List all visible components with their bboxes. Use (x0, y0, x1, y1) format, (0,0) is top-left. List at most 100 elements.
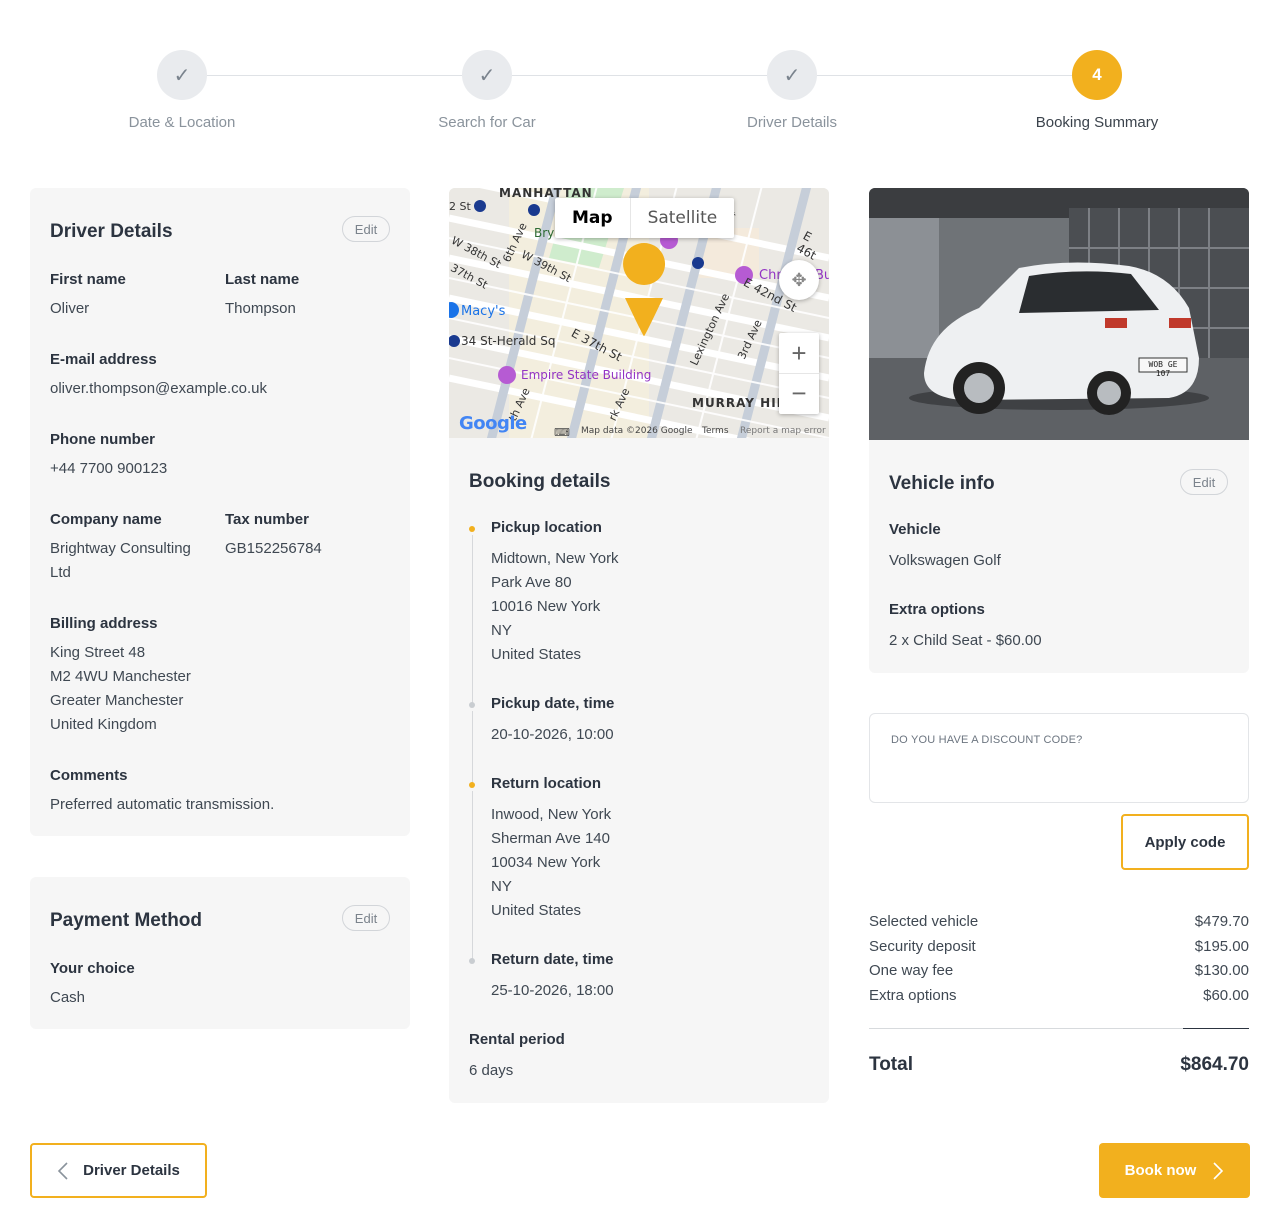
return-location-line: United States (491, 902, 582, 919)
timeline-dot (469, 958, 475, 964)
timeline-line (472, 535, 473, 705)
step-label: Driver Details (746, 114, 837, 131)
pickup-location-label: Pickup location (491, 519, 602, 536)
return-location-label: Return location (491, 775, 602, 792)
return-location-line: Inwood, New York (491, 806, 612, 823)
timeline-dot (469, 782, 475, 788)
map-pan-icon[interactable]: ✥ (779, 260, 819, 300)
check-icon: ✓ (157, 50, 207, 100)
step-search-car[interactable]: ✓ Search for Car (387, 50, 587, 131)
divider (1183, 1028, 1249, 1029)
map-report-link[interactable]: Report a map error (740, 426, 826, 436)
edit-driver-button[interactable]: Edit (342, 216, 390, 242)
map-label: 2 St (449, 200, 471, 213)
pickup-location-line: Midtown, New York (491, 550, 619, 567)
zoom-in-button[interactable]: + (779, 333, 819, 373)
tax-label: Tax number (225, 511, 309, 528)
timeline-line (472, 791, 473, 961)
comments-label: Comments (50, 767, 128, 784)
step-label: Booking Summary (1035, 114, 1159, 131)
email-label: E-mail address (50, 351, 157, 368)
apply-code-button[interactable]: Apply code (1121, 814, 1249, 870)
price-row: One way fee $130.00 (869, 962, 1249, 979)
keyboard-icon[interactable]: ⌨ (554, 426, 570, 438)
edit-vehicle-button[interactable]: Edit (1180, 469, 1228, 495)
book-button-label: Book now (1124, 1162, 1197, 1179)
back-to-driver-details-button[interactable]: Driver Details (30, 1143, 207, 1198)
pickup-location-line: NY (491, 622, 512, 639)
pickup-location-line: Park Ave 80 (491, 574, 572, 591)
rental-period-label: Rental period (469, 1031, 565, 1048)
total-row: Total $864.70 (869, 1054, 1249, 1076)
timeline-dot (469, 702, 475, 708)
return-location-line: 10034 New York (491, 854, 601, 871)
step-date-location[interactable]: ✓ Date & Location (82, 50, 282, 131)
payment-method-card: Payment Method Edit Your choice Cash (30, 877, 410, 1029)
booking-details-title: Booking details (469, 471, 611, 492)
map-footer: ⌨ Map data ©2026 Google Terms Report a m… (449, 424, 829, 438)
total-label: Total (869, 1054, 913, 1075)
payment-choice-label: Your choice (50, 960, 135, 977)
check-icon: ✓ (462, 50, 512, 100)
price-label: Selected vehicle (869, 913, 979, 930)
price-row: Security deposit $195.00 (869, 938, 1249, 955)
pickup-date-value: 20-10-2026, 10:00 (491, 726, 614, 743)
pickup-location-line: United States (491, 646, 582, 663)
driver-details-card: Driver Details Edit First name Oliver La… (30, 188, 410, 836)
discount-code-input[interactable]: DO YOU HAVE A DISCOUNT CODE? (869, 713, 1249, 803)
billing-line: King Street 48 (50, 644, 146, 661)
vehicle-value: Volkswagen Golf (889, 552, 1001, 569)
map-label: Bry (534, 226, 555, 240)
zoom-out-button[interactable]: − (779, 373, 819, 413)
company-value: Brightway Consulting (50, 540, 191, 557)
map-type-toggle: Map Satellite (555, 198, 735, 238)
back-button-label: Driver Details (83, 1162, 180, 1179)
email-value: oliver.thompson@example.co.uk (50, 380, 268, 397)
divider (869, 1028, 1183, 1029)
timeline-dot (469, 526, 475, 532)
map-zoom-control: + − (779, 333, 819, 414)
payment-choice-value: Cash (50, 989, 86, 1006)
price-row: Selected vehicle $479.70 (869, 913, 1249, 930)
map-terms-link[interactable]: Terms (702, 426, 729, 436)
timeline-line (472, 711, 473, 785)
return-date-value: 25-10-2026, 18:00 (491, 982, 614, 999)
step-driver-details[interactable]: ✓ Driver Details (692, 50, 892, 131)
step-booking-summary: 4 Booking Summary (997, 50, 1197, 131)
car-image (869, 188, 1249, 440)
company-label: Company name (50, 511, 162, 528)
billing-line: United Kingdom (50, 716, 157, 733)
pickup-date-label: Pickup date, time (491, 695, 615, 712)
satellite-tab[interactable]: Satellite (631, 198, 735, 238)
step-label: Date & Location (128, 114, 236, 131)
step-number: 4 (1072, 50, 1122, 100)
pickup-location-line: 10016 New York (491, 598, 601, 615)
price-label: One way fee (869, 962, 954, 979)
return-date-label: Return date, time (491, 951, 614, 968)
last-name-value: Thompson (225, 300, 296, 317)
price-value: $60.00 (1203, 987, 1249, 1004)
map-attribution: Map data ©2026 Google (581, 426, 693, 436)
map-label: 34 St-Herald Sq (461, 334, 556, 348)
edit-payment-button[interactable]: Edit (342, 905, 390, 931)
last-name-label: Last name (225, 271, 300, 288)
price-value: $130.00 (1194, 962, 1249, 979)
map-view[interactable]: MANHATTAN 2 St Bry W 38th St W 39th St 6… (449, 188, 829, 438)
comments-value: Preferred automatic transmission. (50, 796, 275, 813)
check-icon: ✓ (767, 50, 817, 100)
chevron-left-icon (58, 1161, 68, 1180)
return-location-line: Sherman Ave 140 (491, 830, 610, 847)
card-title: Payment Method (50, 910, 203, 931)
tax-value: GB152256784 (225, 540, 322, 557)
vehicle-info-title: Vehicle info (889, 473, 995, 494)
step-label: Search for Car (438, 114, 536, 131)
price-value: $479.70 (1194, 913, 1249, 930)
company-value-line2: Ltd (50, 564, 71, 581)
card-title: Driver Details (50, 221, 173, 242)
map-tab[interactable]: Map (555, 198, 631, 238)
rental-period-value: 6 days (469, 1062, 514, 1079)
first-name-label: First name (50, 271, 126, 288)
total-value: $864.70 (1180, 1054, 1249, 1075)
first-name-value: Oliver (50, 300, 90, 317)
book-now-button[interactable]: Book now (1099, 1143, 1250, 1198)
